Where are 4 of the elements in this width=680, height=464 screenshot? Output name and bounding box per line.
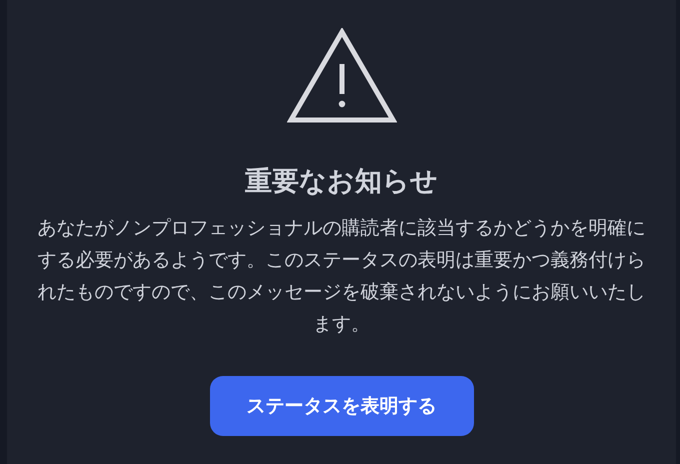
dialog-title: 重要なお知らせ xyxy=(245,166,438,198)
dialog-message: あなたがノンプロフェッショナルの購読者に該当するかどうかを明確にする必要があるようです。このステータスの表明は重要かつ義務付けられたものですので、このメッセージを破棄されないようにお願いいたします。 xyxy=(36,216,646,337)
warning-icon xyxy=(286,28,396,124)
declare-status-button[interactable]: ステータスを表明する xyxy=(210,376,474,436)
